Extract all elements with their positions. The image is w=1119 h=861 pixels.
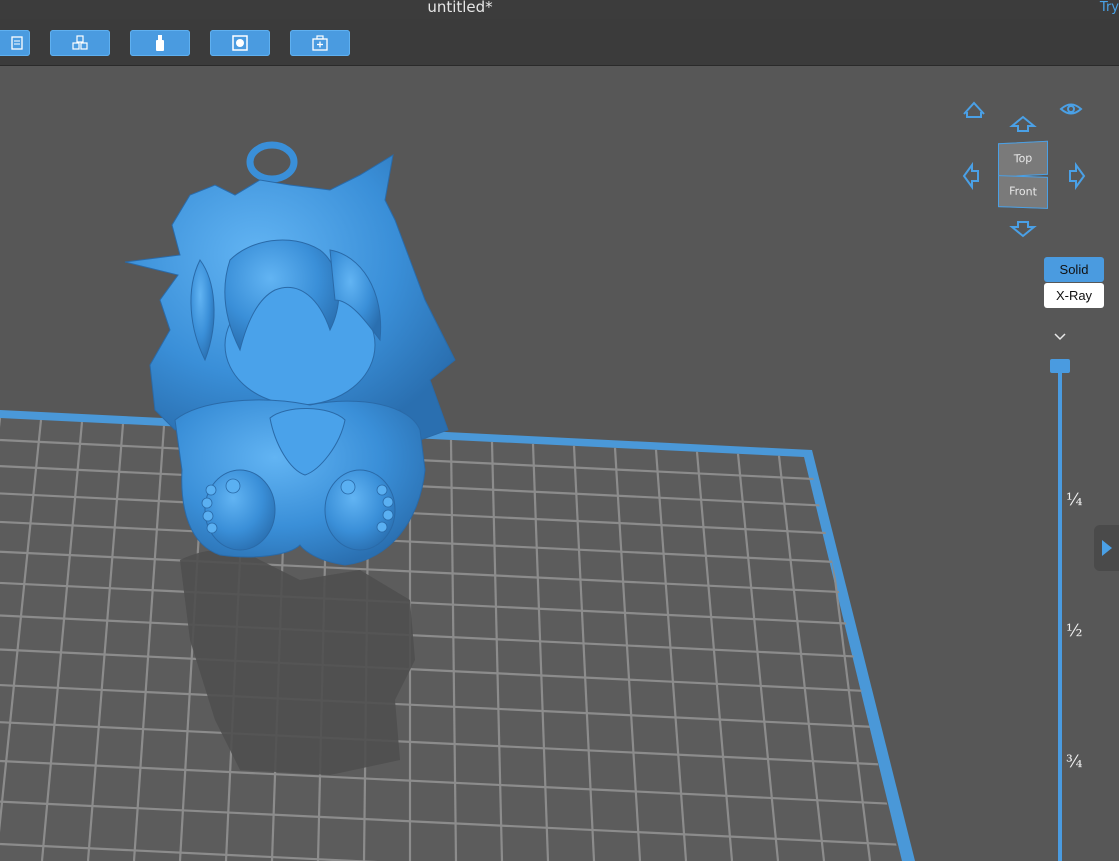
slider-tick-quarter: ¼ bbox=[1066, 490, 1083, 510]
solid-mode-button[interactable]: Solid bbox=[1044, 257, 1104, 282]
3d-viewport[interactable]: Top Front bbox=[0, 66, 1119, 861]
file-button[interactable] bbox=[0, 30, 30, 56]
support-icon bbox=[156, 35, 164, 51]
layer-slider-handle[interactable] bbox=[1050, 359, 1070, 373]
slider-tick-half: ½ bbox=[1066, 621, 1083, 641]
file-icon bbox=[11, 36, 23, 50]
arrow-right-icon[interactable] bbox=[1069, 161, 1086, 191]
home-icon[interactable] bbox=[963, 101, 985, 118]
add-button[interactable] bbox=[290, 30, 350, 56]
view-cube-top-face[interactable]: Top bbox=[998, 140, 1048, 178]
scene-canvas[interactable] bbox=[0, 66, 1119, 861]
view-cube[interactable]: Top Front bbox=[998, 140, 1048, 210]
window-title: untitled* bbox=[427, 0, 493, 16]
title-bar: untitled* Try bbox=[0, 0, 1119, 19]
eye-icon[interactable] bbox=[1059, 103, 1083, 115]
grid-line bbox=[902, 462, 962, 861]
models-icon bbox=[72, 35, 88, 50]
arrow-down-icon[interactable] bbox=[1009, 221, 1037, 238]
slider-tick-three-quarter: ¾ bbox=[1066, 752, 1083, 772]
models-button[interactable] bbox=[50, 30, 110, 56]
hollow-button[interactable] bbox=[210, 30, 270, 56]
side-panel-toggle[interactable] bbox=[1094, 525, 1119, 571]
xray-mode-button[interactable]: X-Ray bbox=[1044, 283, 1104, 308]
add-icon bbox=[312, 35, 328, 51]
arrow-left-icon[interactable] bbox=[962, 161, 979, 191]
build-plate bbox=[0, 410, 962, 861]
chevron-down-icon[interactable] bbox=[1053, 331, 1067, 343]
layer-slider-track[interactable] bbox=[1058, 366, 1062, 861]
arrow-up-icon[interactable] bbox=[1009, 115, 1037, 132]
support-button[interactable] bbox=[130, 30, 190, 56]
try-link[interactable]: Try bbox=[1100, 0, 1119, 15]
hollow-icon bbox=[232, 35, 248, 51]
view-cube-front-face[interactable]: Front bbox=[998, 175, 1048, 209]
chevron-right-icon bbox=[1101, 540, 1112, 556]
toolbar bbox=[0, 19, 1119, 66]
